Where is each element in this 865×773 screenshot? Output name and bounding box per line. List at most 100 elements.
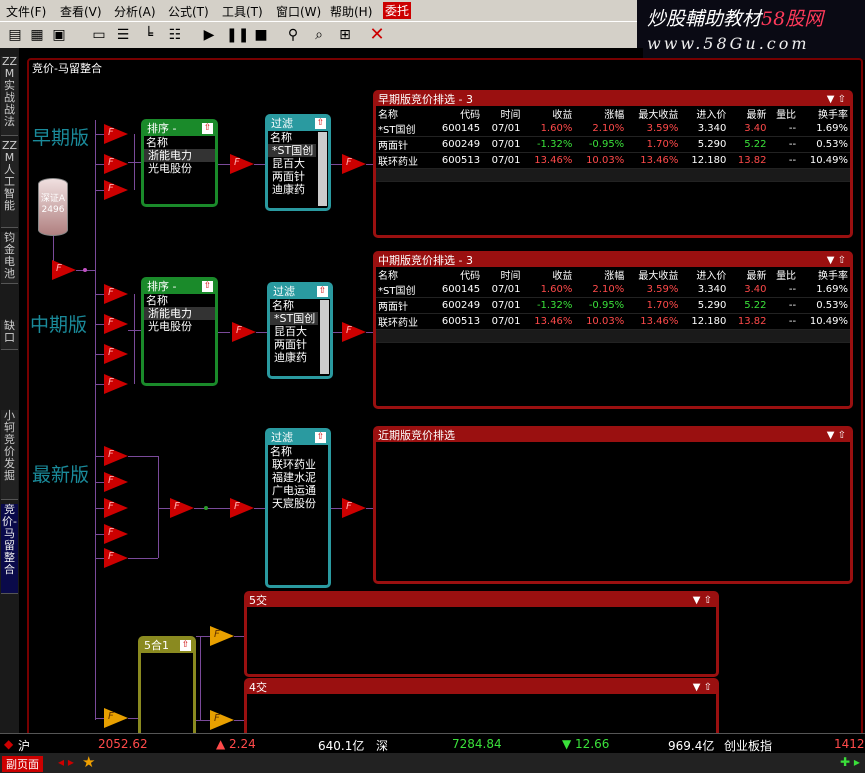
tab-zzm-zhanfa[interactable]: ZZM实战战法 <box>1 56 18 136</box>
table-row[interactable]: *ST国创 600145 07/01 1.60% 2.10% 3.59% 3.3… <box>376 282 850 298</box>
layout4-icon[interactable]: ☷ <box>166 26 184 44</box>
sort-box-early[interactable]: 排序 - ⇧ 名称 浙能电力 光电股份 <box>141 119 218 207</box>
layout1-icon[interactable]: ▭ <box>90 26 108 44</box>
menu-file[interactable]: 文件(F) <box>6 3 46 20</box>
panel-menu-icon[interactable]: ▼ ⇧ <box>693 594 712 607</box>
col-header[interactable]: 最大收益 <box>626 106 680 121</box>
formula-node-mid-4[interactable]: F <box>104 374 128 394</box>
formula-node-merge-1[interactable]: F <box>104 708 128 728</box>
collapse-icon[interactable]: ⇧ <box>202 281 213 292</box>
menu-help[interactable]: 帮助(H) <box>330 3 372 20</box>
formula-node-mid-2[interactable]: F <box>104 314 128 334</box>
filter-box-mid[interactable]: 过滤 ⇧ 名称 *ST国创 昆百大 两面针 迪康药 <box>267 282 333 379</box>
list-item[interactable]: 昆百大 <box>268 157 316 170</box>
table-row[interactable]: 两面针 600249 07/01 -1.32% -0.95% 1.70% 5.2… <box>376 136 850 153</box>
formula-node-early-5[interactable]: F <box>342 154 366 174</box>
panel-menu-icon[interactable]: ▼ ⇧ <box>827 429 846 442</box>
col-header[interactable]: 量比 <box>769 106 799 121</box>
result-panel-latest[interactable]: 近期版竞价排选 ▼ ⇧ <box>373 426 853 584</box>
tab-gap[interactable]: 缺口 <box>1 320 18 350</box>
formula-node-early-2[interactable]: F <box>104 154 128 174</box>
formula-node-early-1[interactable]: F <box>104 124 128 144</box>
table-row[interactable]: *ST国创 600145 07/01 1.60% 2.10% 3.59% 3.3… <box>376 121 850 137</box>
close-icon[interactable]: ✕ <box>368 26 386 44</box>
pause-icon[interactable]: ❚❚ <box>226 26 249 44</box>
layout3-icon[interactable]: ╘ <box>140 26 158 44</box>
nav-arrows-icon[interactable]: ◂ ▸ <box>58 755 74 769</box>
save-icon[interactable]: ▦ <box>28 26 46 44</box>
col-header[interactable]: 收益 <box>522 106 574 121</box>
col-header[interactable]: 换手率 <box>798 106 850 121</box>
formula-node-merge-3[interactable]: F <box>210 710 234 730</box>
menu-tools[interactable]: 工具(T) <box>222 3 263 20</box>
result-panel-5[interactable]: 5交 ▼ ⇧ <box>244 591 719 677</box>
scrollbar[interactable] <box>318 132 327 206</box>
collapse-icon[interactable]: ⇧ <box>315 118 326 129</box>
list-item[interactable]: 迪康药 <box>270 351 318 364</box>
add-icon[interactable]: ✚ ▸ <box>840 755 860 769</box>
col-header[interactable]: 涨幅 <box>574 106 626 121</box>
result-panel-early[interactable]: 早期版竞价排选 - 3 ▼ ⇧ 名称 代码 时间 收益 涨幅 最大收益 进入价 最… <box>373 90 853 238</box>
col-header[interactable]: 最新 <box>728 267 768 282</box>
list-item[interactable]: 光电股份 <box>144 162 215 175</box>
col-header[interactable]: 量比 <box>769 267 799 282</box>
menu-analysis[interactable]: 分析(A) <box>114 3 156 20</box>
col-header[interactable]: 名称 <box>376 267 430 282</box>
collapse-icon[interactable]: ⇧ <box>180 640 191 651</box>
stop-icon[interactable]: ■ <box>252 26 270 44</box>
table-row[interactable]: 联环药业 600513 07/01 13.46% 10.03% 13.46% 1… <box>376 313 850 330</box>
table-row[interactable]: 两面针 600249 07/01 -1.32% -0.95% 1.70% 5.2… <box>376 297 850 314</box>
formula-node-mid-1[interactable]: F <box>104 284 128 304</box>
panel-menu-icon[interactable]: ▼ ⇧ <box>827 254 846 267</box>
formula-node-latest-4[interactable]: F <box>104 524 128 544</box>
list-item[interactable]: 浙能电力 <box>144 307 215 320</box>
filter-box-latest[interactable]: 过滤 ⇧ 名称 联环药业 福建水泥 广电运通 天宸股份 <box>265 428 331 588</box>
merge-box[interactable]: 5合1 ⇧ <box>138 636 196 746</box>
tab-auction-merge[interactable]: 竞价-马留整合 <box>1 504 18 594</box>
menu-view[interactable]: 查看(V) <box>60 3 102 20</box>
list-item[interactable]: 光电股份 <box>144 320 215 333</box>
col-header[interactable]: 换手率 <box>798 267 850 282</box>
sort-box-mid[interactable]: 排序 - ⇧ 名称 浙能电力 光电股份 <box>141 277 218 386</box>
col-header[interactable]: 时间 <box>482 267 522 282</box>
collapse-icon[interactable]: ⇧ <box>315 432 326 443</box>
play-icon[interactable]: ▶ <box>200 26 218 44</box>
col-header[interactable]: 名称 <box>376 106 430 121</box>
col-header[interactable]: 收益 <box>522 267 574 282</box>
result-panel-mid[interactable]: 中期版竞价排选 - 3 ▼ ⇧ 名称 代码 时间 收益 涨幅 最大收益 进入价 最… <box>373 251 853 409</box>
col-header[interactable]: 代码 <box>430 267 482 282</box>
col-header[interactable]: 最大收益 <box>626 267 680 282</box>
collapse-icon[interactable]: ⇧ <box>317 286 328 297</box>
formula-node-early-4[interactable]: F <box>230 154 254 174</box>
list-item[interactable]: 福建水泥 <box>268 471 328 484</box>
list-item[interactable]: 广电运通 <box>268 484 328 497</box>
col-header[interactable]: 进入价 <box>680 267 728 282</box>
col-header[interactable]: 涨幅 <box>574 267 626 282</box>
list-item[interactable]: 昆百大 <box>270 325 318 338</box>
chart-icon[interactable]: ⊞ <box>336 26 354 44</box>
list-item[interactable]: 迪康药 <box>268 183 316 196</box>
layout2-icon[interactable]: ☰ <box>114 26 132 44</box>
panel-menu-icon[interactable]: ▼ ⇧ <box>693 681 712 694</box>
menu-window[interactable]: 窗口(W) <box>276 3 321 20</box>
print-icon[interactable]: ▣ <box>50 26 68 44</box>
formula-node-latest-3[interactable]: F <box>104 498 128 518</box>
tab-zzm-ai[interactable]: ZZM人工智能 <box>1 140 18 228</box>
open-icon[interactable]: ▤ <box>6 26 24 44</box>
formula-node-latest-6[interactable]: F <box>170 498 194 518</box>
panel-menu-icon[interactable]: ▼ ⇧ <box>827 93 846 106</box>
menu-formula[interactable]: 公式(T) <box>168 3 209 20</box>
formula-node-latest-1[interactable]: F <box>104 446 128 466</box>
find-icon[interactable]: ⌕ <box>310 26 328 44</box>
tab-xiaoke[interactable]: 小轲竞价发掘 <box>1 410 18 500</box>
data-source-node[interactable]: 深证A 2496 <box>38 178 68 236</box>
list-item[interactable]: *ST国创 <box>270 312 318 325</box>
list-item[interactable]: 天宸股份 <box>268 497 328 510</box>
table-row[interactable]: 联环药业 600513 07/01 13.46% 10.03% 13.46% 1… <box>376 152 850 169</box>
filter-box-early[interactable]: 过滤 ⇧ 名称 *ST国创 昆百大 两面针 迪康药 <box>265 114 331 211</box>
zoom-icon[interactable]: ⚲ <box>284 26 302 44</box>
formula-node-latest-2[interactable]: F <box>104 472 128 492</box>
list-item[interactable]: *ST国创 <box>268 144 316 157</box>
scrollbar[interactable] <box>320 300 329 374</box>
formula-node-latest-5[interactable]: F <box>104 548 128 568</box>
